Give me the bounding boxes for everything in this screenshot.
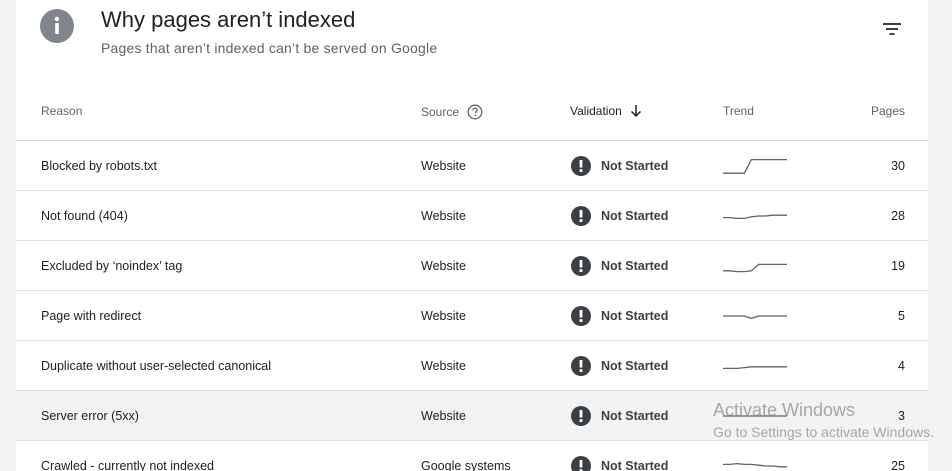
table-row[interactable]: Excluded by ‘noindex’ tag Website Not St… xyxy=(16,241,928,291)
trend-sparkline xyxy=(722,191,788,240)
pages-count: 19 xyxy=(891,258,905,273)
trend-sparkline xyxy=(722,291,788,340)
pages-count: 4 xyxy=(898,358,905,373)
validation-status: Not Started xyxy=(601,458,669,471)
validation-cell: Not Started xyxy=(571,141,668,190)
reason-cell: Page with redirect xyxy=(41,308,142,323)
filter-icon[interactable] xyxy=(878,16,908,42)
validation-status: Not Started xyxy=(601,358,669,373)
source-cell: Google systems xyxy=(421,458,511,471)
pages-count: 25 xyxy=(891,458,905,471)
trend-sparkline xyxy=(722,441,788,471)
reason-cell: Excluded by ‘noindex’ tag xyxy=(41,258,183,273)
arrow-down-icon xyxy=(630,104,642,118)
trend-sparkline xyxy=(722,341,788,390)
validation-cell: Not Started xyxy=(571,441,668,471)
column-header-pages[interactable]: Pages xyxy=(871,104,905,118)
source-cell: Website xyxy=(421,258,466,273)
exclamation-circle-icon xyxy=(571,405,591,426)
column-header-source[interactable]: Source xyxy=(421,104,483,120)
validation-cell: Not Started xyxy=(571,291,668,340)
column-header-trend: Trend xyxy=(723,104,754,118)
source-cell: Website xyxy=(421,358,466,373)
reason-cell: Blocked by robots.txt xyxy=(41,158,158,173)
table-row[interactable]: Crawled - currently not indexed Google s… xyxy=(16,441,928,471)
pages-count: 3 xyxy=(898,408,905,423)
source-cell: Website xyxy=(421,208,466,223)
reason-cell: Server error (5xx) xyxy=(41,408,139,423)
validation-status: Not Started xyxy=(601,308,669,323)
validation-status: Not Started xyxy=(601,208,669,223)
table-row[interactable]: Page with redirect Website Not Started 5 xyxy=(16,291,928,341)
trend-line xyxy=(723,314,787,319)
exclamation-circle-icon xyxy=(571,255,591,276)
source-cell: Website xyxy=(421,158,466,173)
pages-count: 28 xyxy=(891,208,905,223)
reason-cell: Duplicate without user-selected canonica… xyxy=(41,358,271,373)
exclamation-circle-icon xyxy=(571,355,591,376)
table-header: Reason Source Validation Trend Pages xyxy=(16,90,928,141)
validation-cell: Not Started xyxy=(571,191,668,240)
exclamation-circle-icon xyxy=(571,205,591,226)
validation-status: Not Started xyxy=(601,258,669,273)
trend-sparkline xyxy=(722,391,788,440)
reason-cell: Crawled - currently not indexed xyxy=(41,458,214,471)
not-indexed-card: Why pages aren’t indexed Pages that aren… xyxy=(16,0,928,471)
validation-cell: Not Started xyxy=(571,241,668,290)
column-header-validation[interactable]: Validation xyxy=(570,104,642,118)
info-icon xyxy=(40,9,74,43)
source-cell: Website xyxy=(421,308,466,323)
card-header: Why pages aren’t indexed Pages that aren… xyxy=(16,0,928,90)
trend-line xyxy=(723,365,787,369)
trend-line xyxy=(723,214,787,219)
table-row[interactable]: Duplicate without user-selected canonica… xyxy=(16,341,928,391)
column-header-reason[interactable]: Reason xyxy=(41,104,82,118)
trend-line xyxy=(723,462,787,467)
pages-count: 30 xyxy=(891,158,905,173)
trend-sparkline xyxy=(722,141,788,190)
validation-cell: Not Started xyxy=(571,341,668,390)
validation-cell: Not Started xyxy=(571,391,668,440)
validation-status: Not Started xyxy=(601,408,669,423)
trend-sparkline xyxy=(722,241,788,290)
exclamation-circle-icon xyxy=(571,155,591,176)
card-subtitle: Pages that aren’t indexed can’t be serve… xyxy=(101,40,438,56)
source-cell: Website xyxy=(421,408,466,423)
exclamation-circle-icon xyxy=(571,455,591,471)
exclamation-circle-icon xyxy=(571,305,591,326)
pages-count: 5 xyxy=(898,308,905,323)
validation-status: Not Started xyxy=(601,158,669,173)
help-circle-icon[interactable] xyxy=(467,104,483,120)
trend-line xyxy=(723,158,787,174)
card-title: Why pages aren’t indexed xyxy=(101,7,356,32)
table-row[interactable]: Server error (5xx) Website Not Started 3 xyxy=(16,391,928,441)
table-row[interactable]: Blocked by robots.txt Website Not Starte… xyxy=(16,141,928,191)
table-body: Blocked by robots.txt Website Not Starte… xyxy=(16,141,928,471)
reason-cell: Not found (404) xyxy=(41,208,128,223)
table-row[interactable]: Not found (404) Website Not Started 28 xyxy=(16,191,928,241)
trend-line xyxy=(723,263,787,272)
